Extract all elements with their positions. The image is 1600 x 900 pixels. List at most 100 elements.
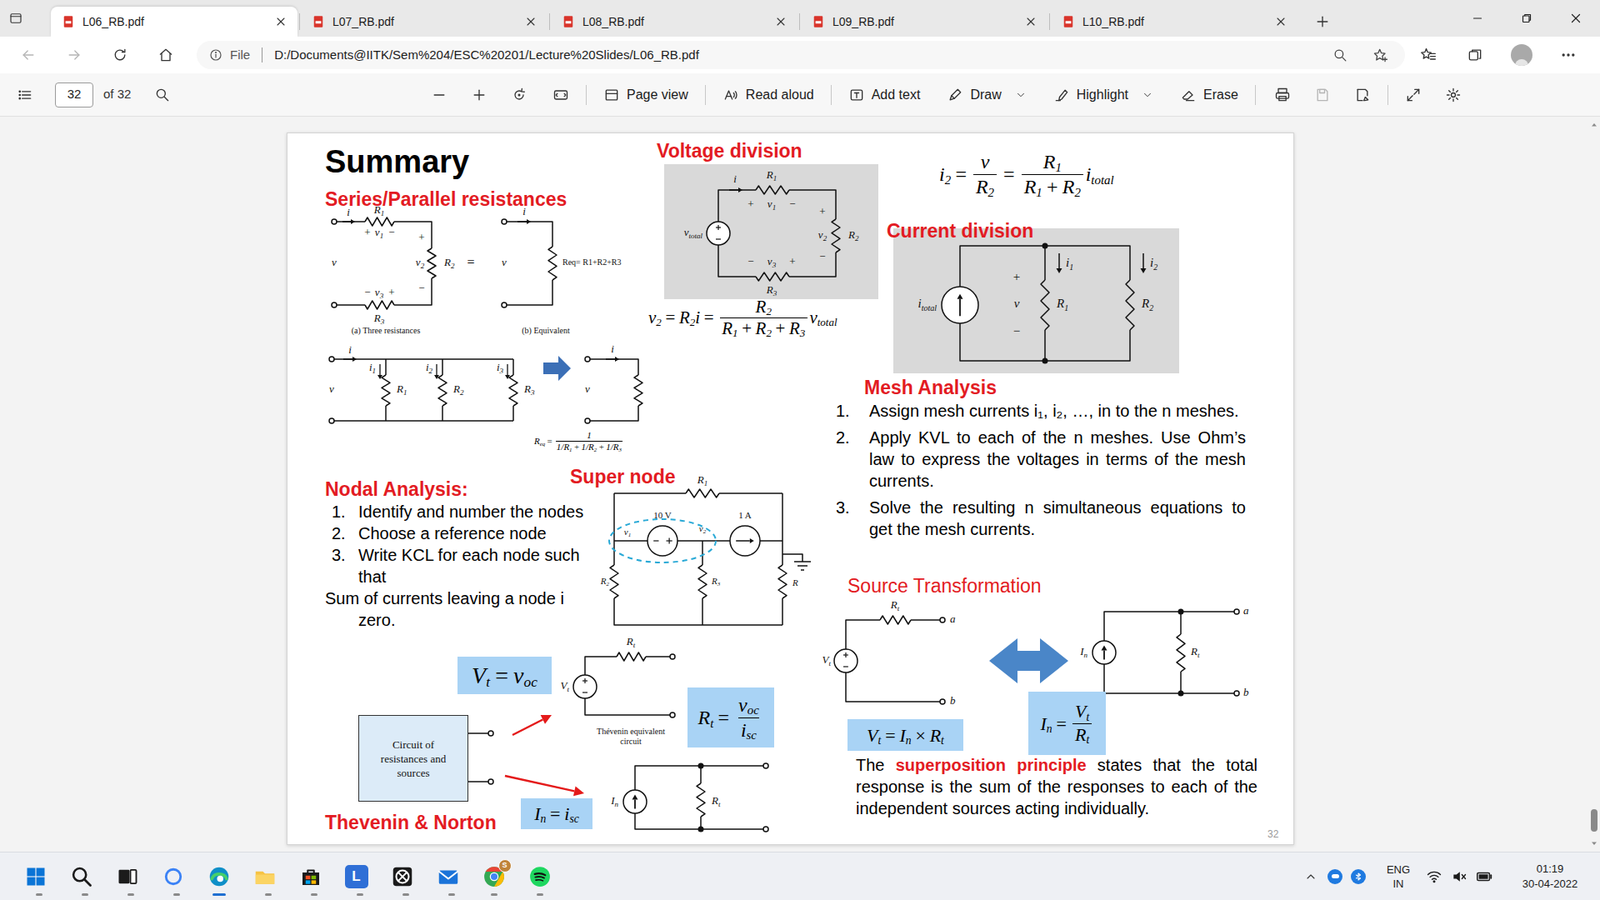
nodal-note: zero. xyxy=(325,609,594,631)
save-button[interactable] xyxy=(1304,78,1341,112)
circuit-label: R3 xyxy=(523,382,535,397)
onedrive-button[interactable] xyxy=(1323,860,1347,894)
taskbar-app[interactable]: L xyxy=(333,855,380,898)
circuit-label: R xyxy=(791,577,799,588)
toolbar-tool[interactable]: Add text xyxy=(840,78,930,112)
settings-button[interactable] xyxy=(1435,78,1472,112)
zoom-in-button[interactable] xyxy=(462,78,496,112)
favorite-button[interactable] xyxy=(1363,42,1397,68)
toolbar-tool[interactable]: Highlight xyxy=(1045,78,1162,112)
close-tab-icon xyxy=(524,15,538,29)
close-tab-icon xyxy=(1024,15,1038,29)
browser-tab[interactable]: L06_RB.pdf xyxy=(50,6,298,37)
toolbar-tool[interactable]: Read aloud xyxy=(714,78,823,112)
taskbar-app[interactable] xyxy=(516,855,563,898)
info-icon xyxy=(208,47,224,63)
bluetooth-button[interactable] xyxy=(1346,860,1370,894)
circuit-label: v1 xyxy=(767,197,776,212)
clock[interactable]: 01:1930-04-2022 xyxy=(1510,861,1590,892)
taskbar-app[interactable] xyxy=(379,855,425,898)
formula: v2=R2i=R2R1+R2+R3vtotal xyxy=(648,296,838,340)
network-button[interactable] xyxy=(1421,860,1447,894)
find-button[interactable] xyxy=(145,78,180,112)
toolbar-tool[interactable]: Erase xyxy=(1171,78,1247,112)
fit-page-button[interactable] xyxy=(544,78,578,112)
contents-button[interactable] xyxy=(6,78,44,112)
favorites-button[interactable] xyxy=(1405,38,1452,72)
circuit-label: R1 xyxy=(1055,296,1069,313)
more-dots-icon xyxy=(1560,46,1577,64)
math-symbol: Vt xyxy=(866,721,881,750)
math-symbol: voc xyxy=(738,693,760,718)
formula: Vt=voc xyxy=(471,658,538,694)
pdf-viewer[interactable]: SummarySeries/Parallel resistancesiR1+v1… xyxy=(0,116,1600,852)
mesh-step: 3.Solve the resulting n simultaneous equ… xyxy=(835,496,1246,540)
circuit-label: + xyxy=(819,205,825,218)
zoom-button[interactable] xyxy=(1323,42,1357,68)
browser-tab[interactable]: L10_RB.pdf xyxy=(1050,6,1298,37)
window-controls xyxy=(1452,0,1600,37)
taskbar-app[interactable] xyxy=(104,855,150,898)
new-tab-button[interactable] xyxy=(1309,6,1336,37)
taskbar-app[interactable] xyxy=(241,855,288,898)
restore-button[interactable] xyxy=(1501,0,1551,37)
show-hidden-icons-button[interactable] xyxy=(1298,860,1324,894)
forward-button[interactable] xyxy=(50,38,97,72)
zoom-out-button[interactable] xyxy=(422,78,456,112)
step-text: Solve the resulting n simultaneous equat… xyxy=(869,496,1246,540)
taskbar-app[interactable] xyxy=(58,855,105,898)
math-operator: = xyxy=(665,305,675,332)
back-button[interactable] xyxy=(5,38,51,72)
input-language[interactable]: ENGIN xyxy=(1380,862,1417,891)
formula: i2=vR2=R1R1+R2itotal xyxy=(939,150,1115,200)
page-number[interactable]: 32 xyxy=(67,85,82,105)
rotate-button[interactable] xyxy=(502,78,536,112)
taskbar-app[interactable] xyxy=(150,855,196,898)
math-symbol: vtotal xyxy=(809,305,837,332)
taskbar-app[interactable] xyxy=(12,855,59,898)
running-indicator xyxy=(533,893,547,896)
tab-actions[interactable] xyxy=(0,0,51,37)
clock-date: 30-04-2022 xyxy=(1522,876,1579,892)
browser-tab[interactable]: L07_RB.pdf xyxy=(300,6,548,37)
voltage-division-diagram: iR1+v1−+v2−R2−v3+R3vtotal xyxy=(664,164,879,300)
profile-button[interactable] xyxy=(1498,38,1545,72)
close-window-button[interactable] xyxy=(1550,0,1600,37)
tab-label: L08_RB.pdf xyxy=(582,13,768,31)
gear-icon xyxy=(1445,86,1462,104)
print-button[interactable] xyxy=(1264,78,1301,112)
save-as-button[interactable] xyxy=(1344,78,1381,112)
taskbar-app[interactable] xyxy=(425,855,471,898)
taskbar-app[interactable] xyxy=(195,855,242,898)
collections-button[interactable] xyxy=(1451,38,1499,72)
scrollbar[interactable] xyxy=(1588,116,1600,852)
refresh-button[interactable] xyxy=(96,38,143,72)
tab-label: L06_RB.pdf xyxy=(82,13,268,31)
tool-label: Page view xyxy=(626,85,689,105)
scrollbar-thumb[interactable] xyxy=(1590,809,1598,832)
math-symbol: In xyxy=(899,721,911,750)
home-button[interactable] xyxy=(142,38,189,72)
tab-divider xyxy=(297,6,301,37)
circuit-label: i1 xyxy=(369,360,376,375)
fit-width-icon xyxy=(552,86,570,104)
toolbar-tool[interactable]: Draw xyxy=(938,78,1035,112)
address-field[interactable]: FileD:/Documents@IITK/Sem%204/ESC%20201/… xyxy=(196,40,1405,70)
volume-button[interactable] xyxy=(1446,860,1472,894)
menu-button[interactable] xyxy=(1545,38,1592,72)
battery-button[interactable] xyxy=(1471,860,1497,894)
browser-tab[interactable]: L09_RB.pdf xyxy=(800,6,1048,37)
circuit-label: R1 xyxy=(373,203,385,218)
minimize-button[interactable] xyxy=(1452,0,1502,37)
toolbar-tool[interactable]: Page view xyxy=(595,78,697,112)
chevron-up-icon xyxy=(1304,870,1318,884)
mesh-steps: 1.Assign mesh currents i₁, i₂, …, in to … xyxy=(835,400,1246,540)
tool-label: Read aloud xyxy=(745,85,815,105)
page-number-field[interactable]: 32 xyxy=(55,82,94,108)
taskbar-app[interactable] xyxy=(287,855,334,898)
circuit-label: R2 xyxy=(1140,296,1154,313)
full-screen-button[interactable] xyxy=(1395,78,1432,112)
taskbar-app[interactable]: S xyxy=(470,855,517,898)
section-heading: Mesh Analysis xyxy=(864,373,997,403)
browser-tab[interactable]: L08_RB.pdf xyxy=(550,6,798,37)
